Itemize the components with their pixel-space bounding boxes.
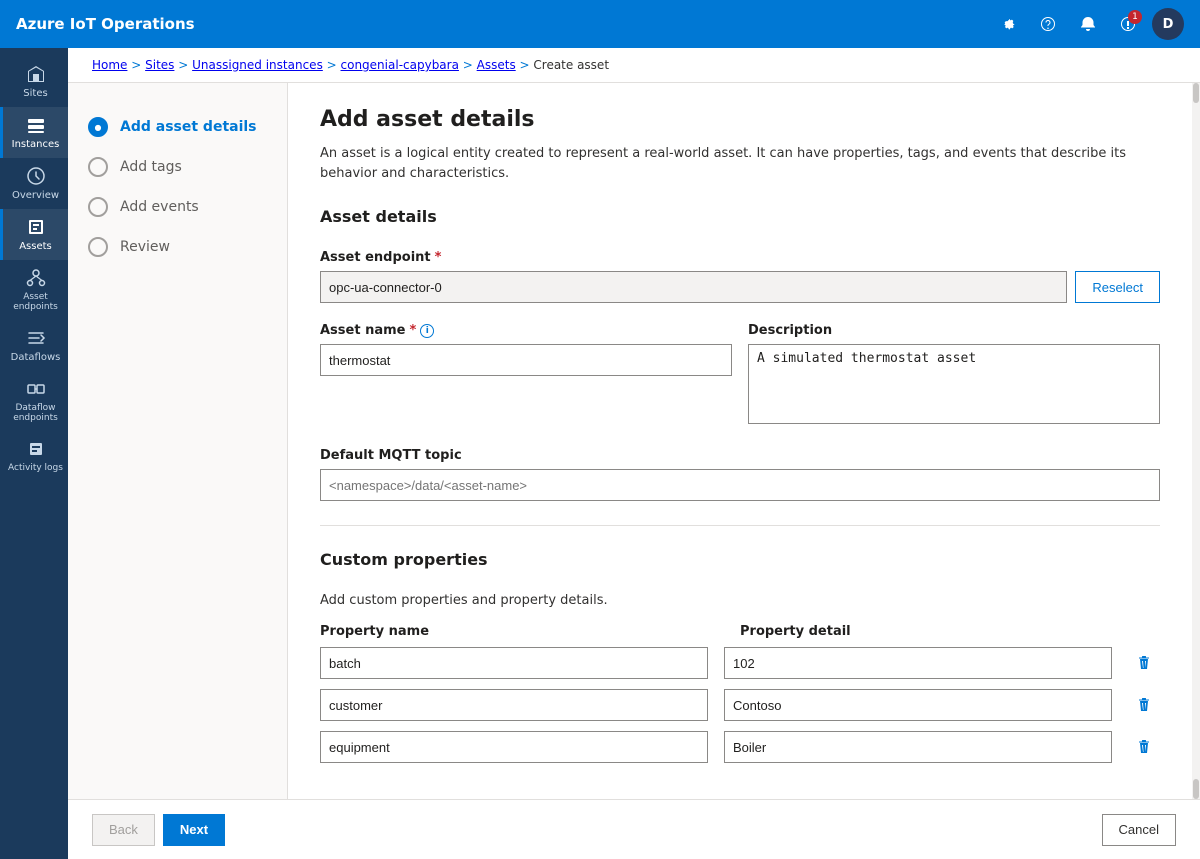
name-group: Asset name * i <box>320 323 732 376</box>
delete-prop-0[interactable] <box>1128 647 1160 679</box>
breadcrumb-assets[interactable]: Assets <box>477 58 516 72</box>
breadcrumb-current: Create asset <box>533 58 609 72</box>
sidebar-item-activity-logs[interactable]: Activity logs <box>0 431 68 481</box>
asset-details-section: Asset details Asset endpoint * Reselect <box>320 207 1160 501</box>
sidebar-item-dataflow-endpoints[interactable]: Dataflow endpoints <box>0 371 68 431</box>
wizard-step-review[interactable]: Review <box>68 227 287 267</box>
mqtt-label: Default MQTT topic <box>320 448 1160 463</box>
sidebar-item-instances[interactable]: Instances <box>0 107 68 158</box>
prop-headers: Property name Property detail <box>320 624 1160 639</box>
wizard-step-tags[interactable]: Add tags <box>68 147 287 187</box>
step-circle-events <box>88 197 108 217</box>
bottom-bar: Back Next Cancel <box>68 799 1200 859</box>
bell-icon[interactable] <box>1072 8 1104 40</box>
notification-icon[interactable]: 1 <box>1112 8 1144 40</box>
step-circle-tags <box>88 157 108 177</box>
step-circle-review <box>88 237 108 257</box>
endpoint-input[interactable] <box>320 271 1067 303</box>
prop-name-0[interactable] <box>320 647 708 679</box>
endpoint-group: Asset endpoint * Reselect <box>320 250 1160 303</box>
prop-detail-1[interactable] <box>724 689 1112 721</box>
custom-props-desc: Add custom properties and property detai… <box>320 593 1160 608</box>
avatar[interactable]: D <box>1152 8 1184 40</box>
scroll-thumb-top[interactable] <box>1193 83 1199 103</box>
sidebar-item-assets[interactable]: Assets <box>0 209 68 260</box>
name-required: * <box>409 323 416 338</box>
inner-layout: Add asset details Add tags Add events Re… <box>68 83 1200 799</box>
endpoint-row: Reselect <box>320 271 1160 303</box>
delete-prop-2[interactable] <box>1128 731 1160 763</box>
notification-badge: 1 <box>1128 10 1142 24</box>
sidebar-instances-label: Instances <box>12 139 60 150</box>
endpoint-label: Asset endpoint * <box>320 250 1160 265</box>
endpoint-required: * <box>435 250 442 265</box>
main-content: Add asset details An asset is a logical … <box>288 83 1192 799</box>
breadcrumb-unassigned[interactable]: Unassigned instances <box>192 58 323 72</box>
wizard-step-events-label: Add events <box>120 199 199 215</box>
breadcrumb: Home > Sites > Unassigned instances > co… <box>68 48 1200 83</box>
sidebar-item-sites[interactable]: Sites <box>0 56 68 107</box>
prop-row-1 <box>320 689 1160 721</box>
sidebar-item-dataflows[interactable]: Dataflows <box>0 320 68 371</box>
back-button[interactable]: Back <box>92 814 155 846</box>
prop-row-2 <box>320 731 1160 763</box>
col-detail-header: Property detail <box>740 624 1144 639</box>
mqtt-group: Default MQTT topic <box>320 448 1160 501</box>
mqtt-input[interactable] <box>320 469 1160 501</box>
prop-detail-0[interactable] <box>724 647 1112 679</box>
name-info-icon[interactable]: i <box>420 324 434 338</box>
sidebar-assets-label: Assets <box>19 241 52 252</box>
sidebar-item-asset-endpoints[interactable]: Asset endpoints <box>0 260 68 320</box>
help-icon[interactable] <box>1032 8 1064 40</box>
delete-prop-1[interactable] <box>1128 689 1160 721</box>
wizard-step-details[interactable]: Add asset details <box>68 107 287 147</box>
step-circle-details <box>88 117 108 137</box>
wizard-step-details-label: Add asset details <box>120 119 257 135</box>
breadcrumb-capybara[interactable]: congenial-capybara <box>341 58 459 72</box>
page-title: Add asset details <box>320 107 1160 132</box>
section-divider <box>320 525 1160 526</box>
content-area: Home > Sites > Unassigned instances > co… <box>68 48 1200 859</box>
sidebar-endpoints-label: Asset endpoints <box>7 292 64 312</box>
wizard-sidebar: Add asset details Add tags Add events Re… <box>68 83 288 799</box>
prop-name-2[interactable] <box>320 731 708 763</box>
asset-name-input[interactable] <box>320 344 732 376</box>
cancel-button[interactable]: Cancel <box>1102 814 1176 846</box>
wizard-step-tags-label: Add tags <box>120 159 182 175</box>
page-description: An asset is a logical entity created to … <box>320 144 1160 183</box>
custom-properties-section: Custom properties Add custom properties … <box>320 550 1160 763</box>
description-input[interactable]: A simulated thermostat asset <box>748 344 1160 424</box>
sidebar: Sites Instances Overview Assets Asset en… <box>0 48 68 859</box>
description-label: Description <box>748 323 1160 338</box>
sidebar-sites-label: Sites <box>23 88 47 99</box>
col-name-header: Property name <box>320 624 724 639</box>
sidebar-overview-label: Overview <box>12 190 59 201</box>
sidebar-dataflows-label: Dataflows <box>11 352 61 363</box>
prop-detail-2[interactable] <box>724 731 1112 763</box>
sidebar-df-endpoints-label: Dataflow endpoints <box>7 403 64 423</box>
wizard-step-events[interactable]: Add events <box>68 187 287 227</box>
name-desc-row: Asset name * i Description A simulated t… <box>320 323 1160 448</box>
breadcrumb-home[interactable]: Home <box>92 58 127 72</box>
breadcrumb-sites[interactable]: Sites <box>145 58 174 72</box>
name-label: Asset name * i <box>320 323 732 338</box>
next-button[interactable]: Next <box>163 814 225 846</box>
settings-icon[interactable] <box>992 8 1024 40</box>
sidebar-item-overview[interactable]: Overview <box>0 158 68 209</box>
asset-details-title: Asset details <box>320 207 1160 234</box>
prop-row-0 <box>320 647 1160 679</box>
scroll-indicator <box>1192 83 1200 799</box>
scroll-thumb-bottom[interactable] <box>1193 779 1199 799</box>
wizard-step-review-label: Review <box>120 239 170 255</box>
reselect-button[interactable]: Reselect <box>1075 271 1160 303</box>
app-title: Azure IoT Operations <box>16 15 976 33</box>
prop-name-1[interactable] <box>320 689 708 721</box>
main-layout: Sites Instances Overview Assets Asset en… <box>0 48 1200 859</box>
sidebar-logs-label: Activity logs <box>8 463 63 473</box>
custom-props-title: Custom properties <box>320 550 1160 577</box>
description-group: Description A simulated thermostat asset <box>748 323 1160 428</box>
nav-icons: 1 D <box>992 8 1184 40</box>
top-navigation: Azure IoT Operations 1 D <box>0 0 1200 48</box>
